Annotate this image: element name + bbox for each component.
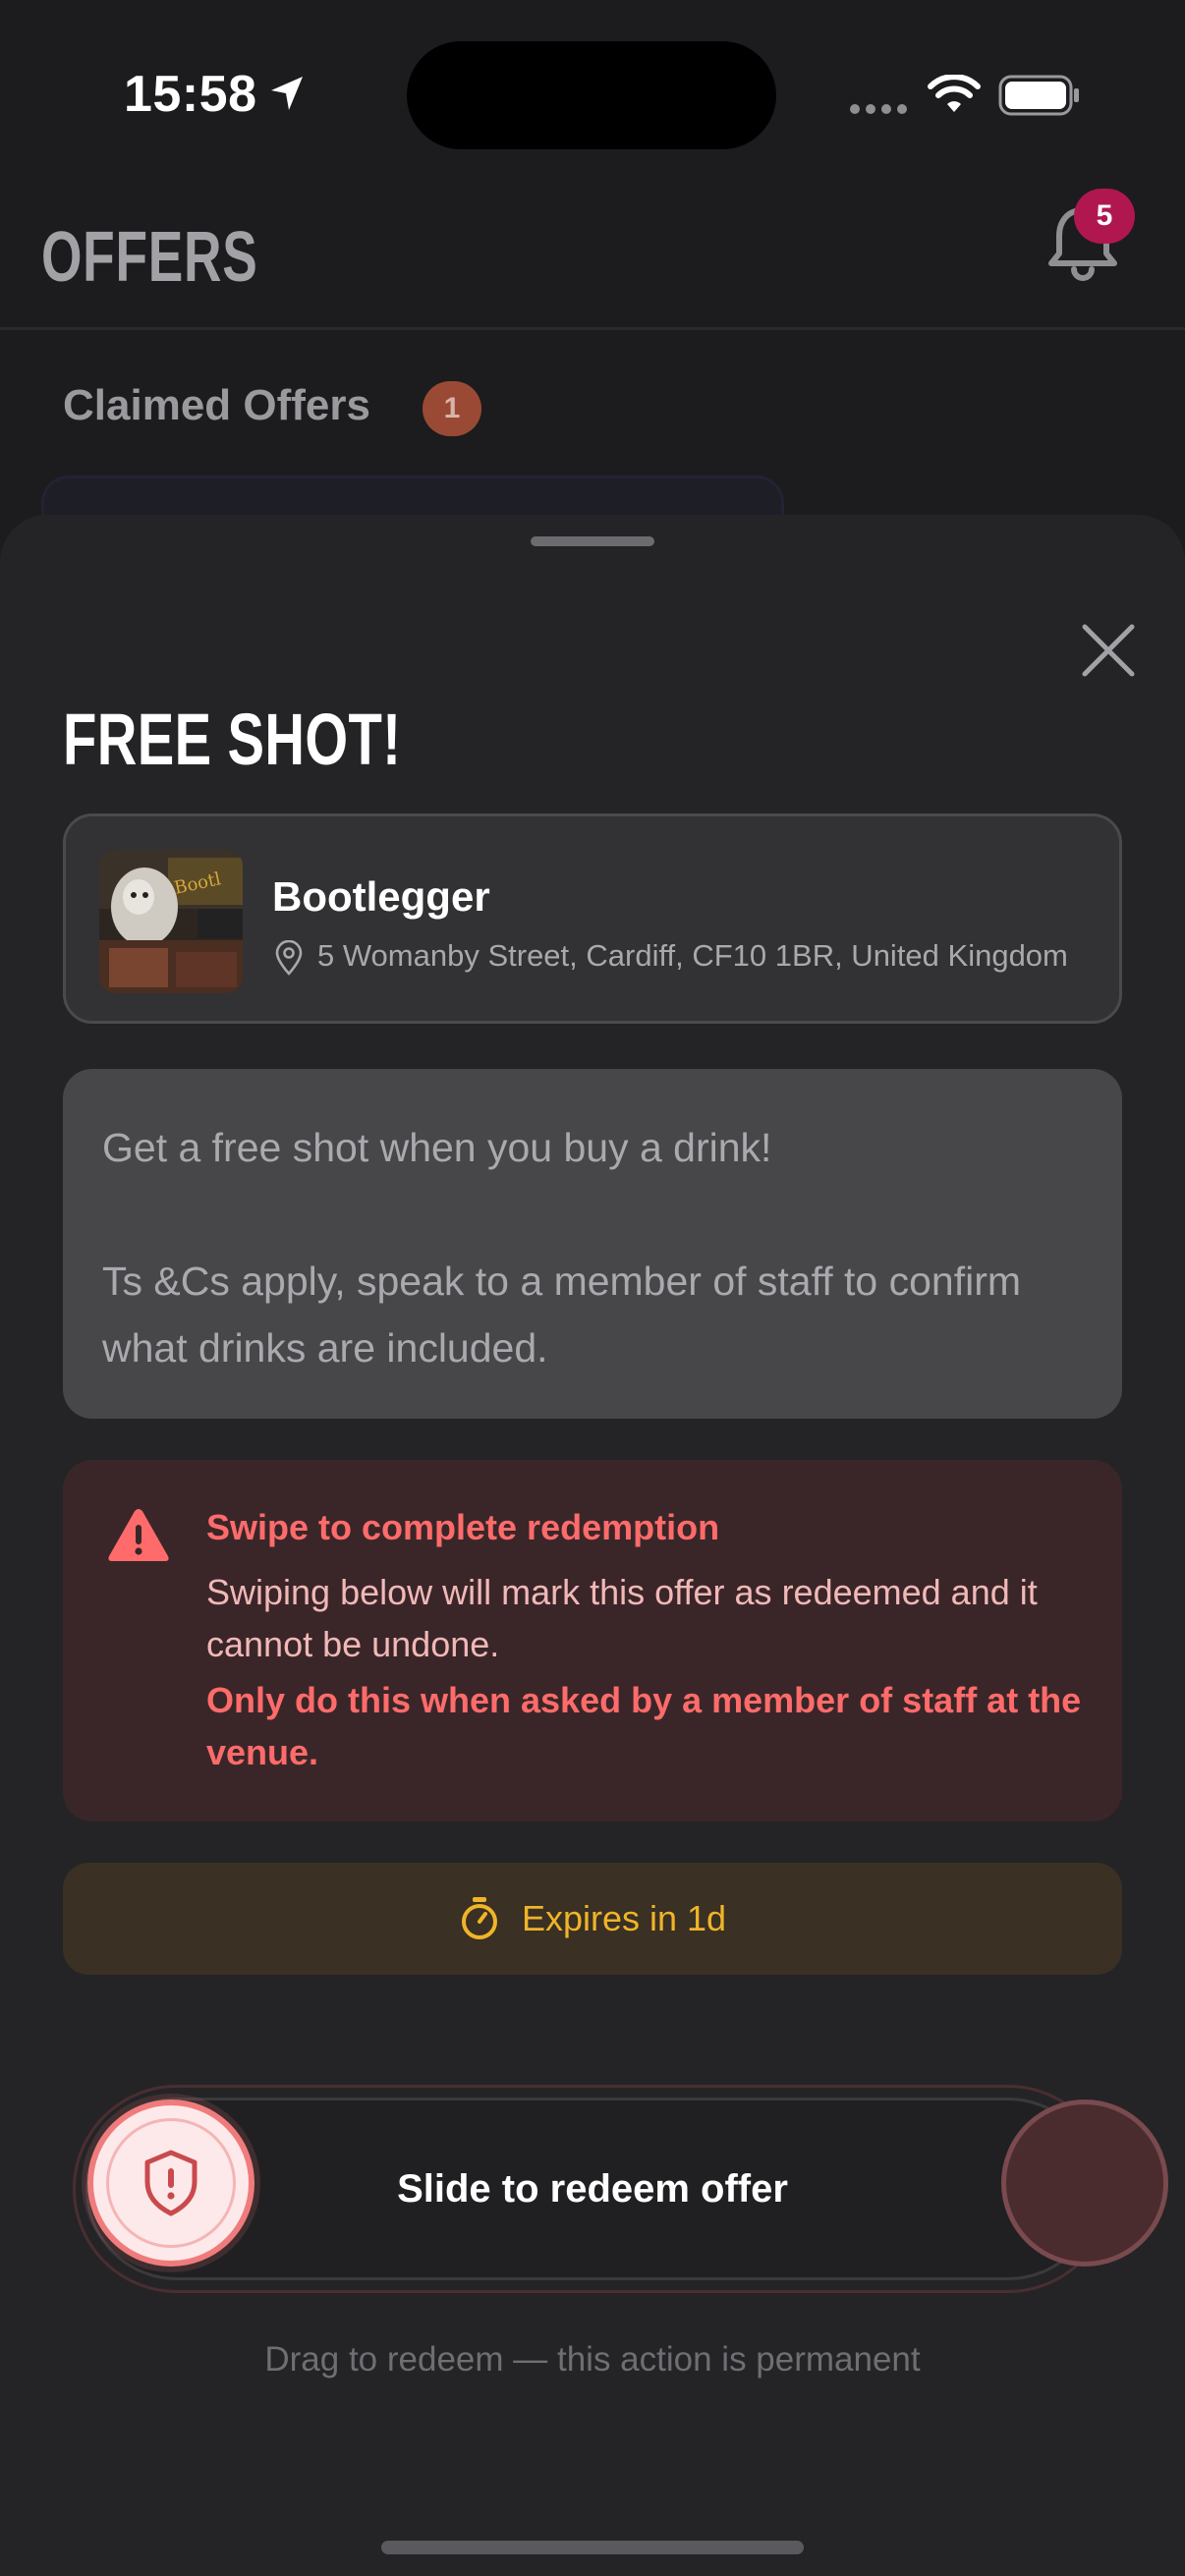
page-title: OFFERS	[41, 217, 258, 297]
venue-address: 5 Womanby Street, Cardiff, CF10 1BR, Uni…	[317, 938, 1068, 973]
map-pin-icon	[275, 940, 303, 976]
slider-handle[interactable]	[87, 2100, 254, 2267]
home-indicator[interactable]	[381, 2541, 804, 2554]
shield-alert-icon	[144, 2150, 198, 2216]
status-bar: 15:58	[0, 0, 1185, 187]
notification-badge: 5	[1074, 189, 1135, 244]
wifi-icon	[928, 75, 981, 112]
offer-bottom-sheet: FREE SHOT! Bootl Bootlegger 5 Womanby St…	[0, 515, 1185, 2576]
status-time: 15:58	[124, 66, 257, 123]
timer-icon	[461, 1897, 497, 1939]
warning-emphasis: Only do this when asked by a member of s…	[206, 1680, 1082, 1772]
redemption-warning: Swipe to complete redemption Swiping bel…	[63, 1460, 1122, 1821]
warning-title: Swipe to complete redemption	[206, 1507, 720, 1547]
location-arrow-icon	[271, 77, 303, 110]
venue-card[interactable]: Bootl Bootlegger 5 Womanby Street, Cardi…	[63, 813, 1122, 1024]
redeem-slider[interactable]: Slide to redeem offer	[73, 2085, 1168, 2293]
venue-thumbnail: Bootl	[99, 850, 243, 993]
app-header: OFFERS	[0, 187, 1185, 330]
sheet-grabber[interactable]	[531, 536, 654, 546]
claimed-offers-heading: Claimed Offers	[63, 381, 370, 429]
close-icon[interactable]	[1071, 613, 1146, 688]
warning-triangle-icon	[108, 1509, 169, 1561]
drag-hint: Drag to redeem — this action is permanen…	[264, 2340, 921, 2379]
venue-name: Bootlegger	[272, 873, 490, 920]
offer-description: Get a free shot when you buy a drink! Ts…	[63, 1069, 1122, 1419]
expires-banner: Expires in 1d	[63, 1863, 1122, 1975]
battery-icon	[998, 75, 1079, 116]
dynamic-island	[407, 41, 776, 149]
warning-body: Swiping below will mark this offer as re…	[206, 1572, 1038, 1664]
slider-target	[1001, 2100, 1168, 2267]
claimed-offers-count-badge: 1	[423, 381, 481, 436]
cellular-signal-icon	[850, 104, 907, 114]
offer-title: FREE SHOT!	[63, 699, 402, 780]
expires-text: Expires in 1d	[521, 1898, 727, 1938]
